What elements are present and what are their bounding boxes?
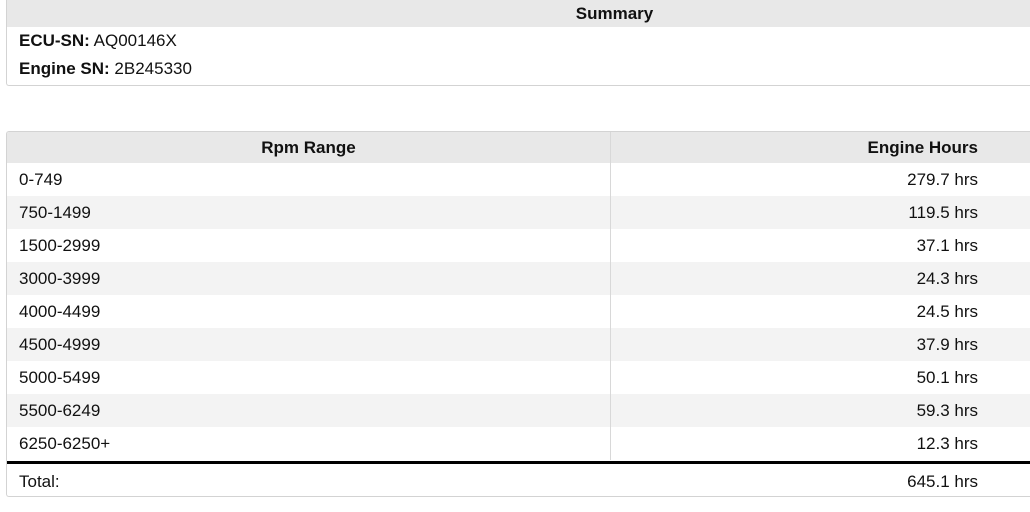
table-row: 0-749 279.7 hrs — [7, 163, 1030, 196]
engine-sn-value: 2B245330 — [114, 59, 192, 78]
total-row: Total: 645.1 hrs — [7, 461, 1030, 496]
table-row: 1500-2999 37.1 hrs — [7, 229, 1030, 262]
engine-hours-cell: 12.3 hrs — [916, 434, 978, 453]
table-row: 3000-3999 24.3 hrs — [7, 262, 1030, 295]
engine-hours-cell: 119.5 hrs — [908, 203, 978, 222]
ecu-sn-label: ECU-SN: — [19, 31, 90, 50]
summary-header: Summary — [7, 0, 1030, 27]
rpm-range-cell: 0-749 — [7, 163, 611, 196]
table-header-row: Rpm Range Engine Hours — [7, 132, 1030, 163]
rpm-range-cell: 4500-4999 — [7, 328, 611, 361]
table-row: 750-1499 119.5 hrs — [7, 196, 1030, 229]
rpm-range-cell: 5000-5499 — [7, 361, 611, 394]
rpm-range-cell: 4000-4499 — [7, 295, 611, 328]
engine-hours-cell: 50.1 hrs — [916, 368, 978, 387]
table-row: 4000-4499 24.5 hrs — [7, 295, 1030, 328]
table-row: 5000-5499 50.1 hrs — [7, 361, 1030, 394]
table-row: 4500-4999 37.9 hrs — [7, 328, 1030, 361]
column-header-rpm-range[interactable]: Rpm Range — [7, 132, 611, 163]
engine-hours-cell: 37.1 hrs — [916, 236, 978, 255]
rpm-range-cell: 3000-3999 — [7, 262, 611, 295]
engine-hours-cell: 59.3 hrs — [916, 401, 978, 420]
table-body: 0-749 279.7 hrs 750-1499 119.5 hrs 1500-… — [7, 163, 1030, 460]
rpm-range-cell: 5500-6249 — [7, 394, 611, 427]
engine-hours-cell: 279.7 hrs — [907, 170, 978, 189]
engine-hours-cell: 24.3 hrs — [916, 269, 978, 288]
summary-title: Summary — [575, 4, 654, 23]
engine-hours-table: Rpm Range Engine Hours 0-749 279.7 hrs 7… — [6, 131, 1030, 497]
engine-hours-cell: 37.9 hrs — [916, 335, 978, 354]
total-label: Total: — [19, 472, 60, 491]
ecu-sn-value: AQ00146X — [93, 31, 177, 50]
engine-hours-cell: 24.5 hrs — [916, 302, 978, 321]
rpm-range-cell: 6250-6250+ — [7, 427, 611, 460]
ecu-sn-row: ECU-SN: AQ00146X — [7, 27, 1030, 55]
table-row: 6250-6250+ 12.3 hrs — [7, 427, 1030, 460]
table-row: 5500-6249 59.3 hrs — [7, 394, 1030, 427]
engine-sn-row: Engine SN: 2B245330 — [7, 55, 1030, 83]
rpm-range-cell: 750-1499 — [7, 196, 611, 229]
column-header-engine-hours[interactable]: Engine Hours — [611, 132, 1030, 163]
engine-sn-label: Engine SN: — [19, 59, 110, 78]
total-hours: 645.1 hrs — [907, 472, 978, 491]
rpm-range-cell: 1500-2999 — [7, 229, 611, 262]
summary-panel: Summary ECU-SN: AQ00146X Engine SN: 2B24… — [6, 0, 1030, 86]
